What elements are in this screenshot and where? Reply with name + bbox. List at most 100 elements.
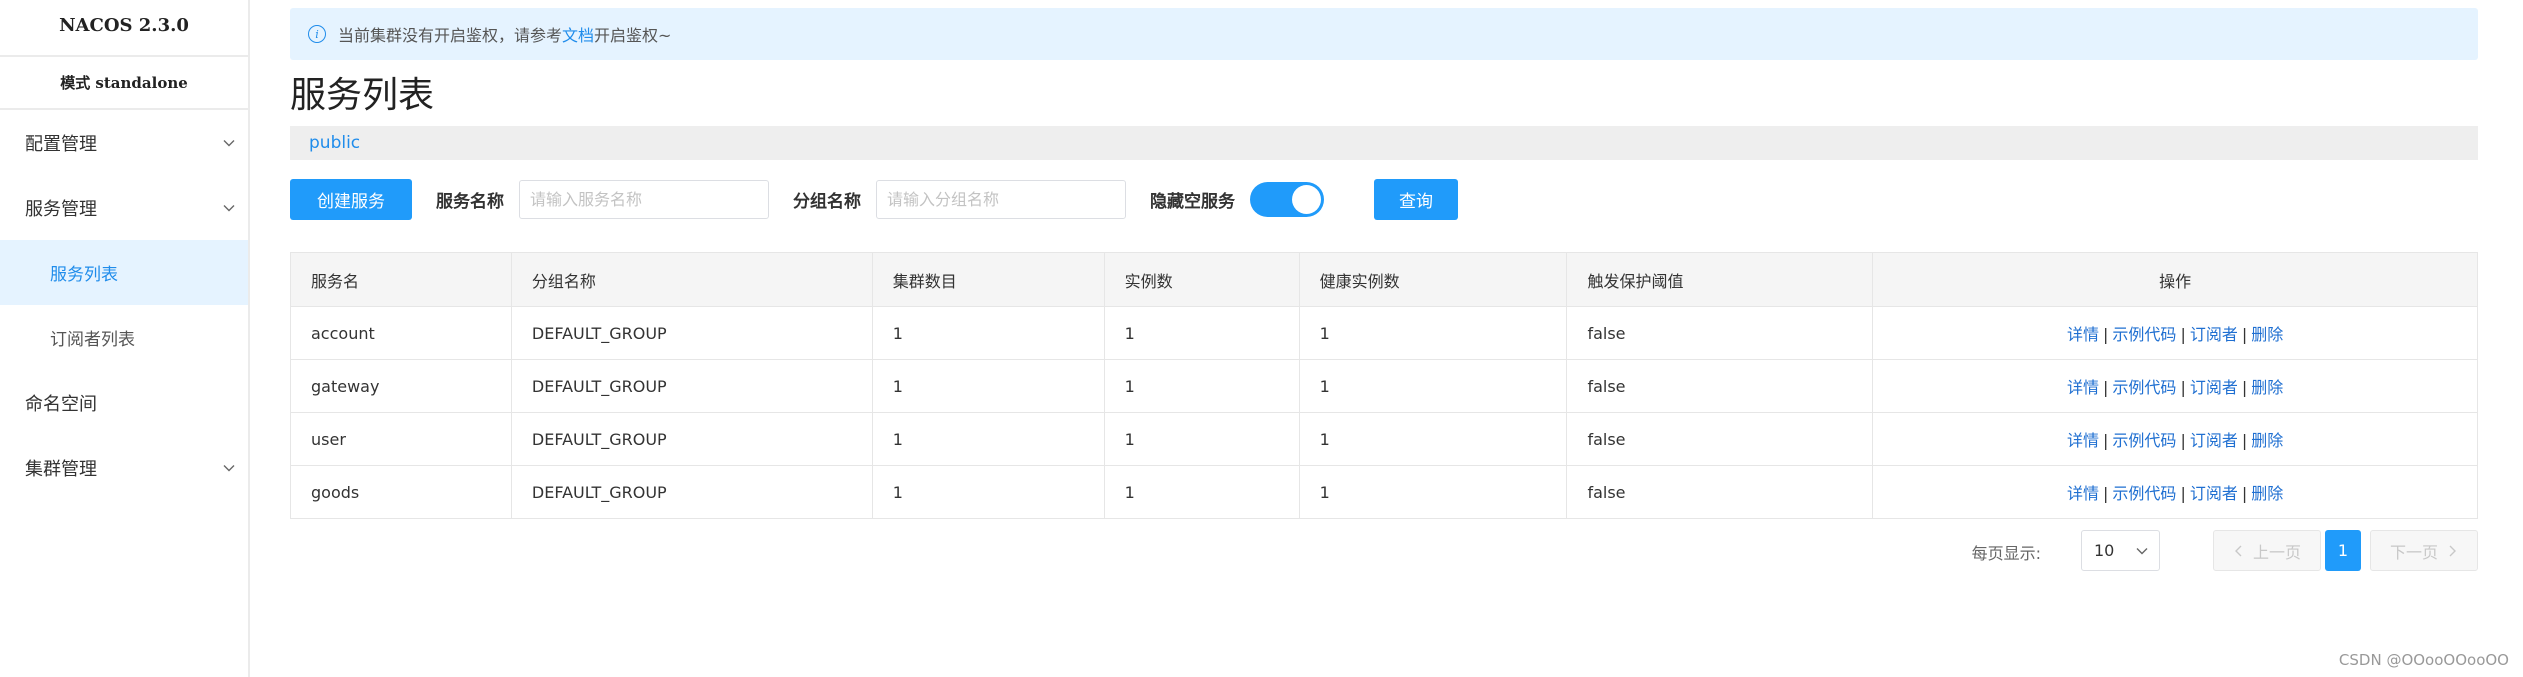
sidebar-item-label: 集群管理: [25, 458, 97, 480]
notice-suffix: 开启鉴权~: [594, 26, 672, 45]
healthy-instances-cell: 1: [1298, 359, 1568, 413]
group-name-cell: DEFAULT_GROUP: [510, 306, 873, 360]
healthy-instances-cell: 1: [1298, 306, 1568, 360]
brand-title: NACOS 2.3.0: [0, 0, 248, 57]
page-title: 服务列表: [290, 75, 435, 116]
detail-link[interactable]: 详情: [2067, 325, 2099, 344]
subscribers-link[interactable]: 订阅者: [2190, 484, 2238, 503]
sidebar-item-label: 服务列表: [50, 265, 118, 285]
chevron-down-icon: [223, 139, 235, 146]
sidebar-item-subscriber-list[interactable]: 订阅者列表: [0, 305, 248, 370]
column-header-instance-count[interactable]: 实例数: [1103, 252, 1300, 307]
sample-code-link[interactable]: 示例代码: [2112, 484, 2176, 503]
instance-count-cell: 1: [1103, 359, 1300, 413]
sidebar-item-label: 服务管理: [25, 198, 97, 220]
page-size-select[interactable]: 10: [2081, 530, 2160, 571]
service-name-input[interactable]: [519, 180, 769, 219]
actions-cell: 详情 | 示例代码 | 订阅者 | 删除: [1872, 465, 2478, 519]
prev-page-button[interactable]: 上一页: [2213, 530, 2321, 571]
delete-link[interactable]: 删除: [2251, 431, 2283, 450]
page-number-current[interactable]: 1: [2325, 530, 2361, 571]
table-row: gateway DEFAULT_GROUP 1 1 1 false 详情 | 示例代码 | 订阅者 |…: [290, 359, 2478, 413]
sample-code-link[interactable]: 示例代码: [2112, 431, 2176, 450]
chevron-left-icon: [2234, 545, 2242, 556]
actions-cell: 详情 | 示例代码 | 订阅者 | 删除: [1872, 359, 2478, 413]
action-separator: |: [2180, 431, 2186, 450]
instance-count-cell: 1: [1103, 306, 1300, 360]
action-separator: |: [2103, 378, 2109, 397]
query-button[interactable]: 查询: [1374, 179, 1458, 220]
action-separator: |: [2241, 431, 2248, 450]
docs-link[interactable]: 文档: [562, 22, 594, 46]
main-content: i 当前集群没有开启鉴权，请参考 文档 开启鉴权~ 服务列表 public 创建服务…: [290, 0, 2480, 677]
cluster-count-cell: 1: [871, 412, 1105, 466]
detail-link[interactable]: 详情: [2067, 484, 2099, 503]
healthy-instances-cell: 1: [1298, 465, 1568, 519]
subscribers-link[interactable]: 订阅者: [2190, 431, 2238, 450]
page-size-label: 每页显示:: [1971, 544, 2041, 563]
sidebar-item-config-management[interactable]: 配置管理: [0, 110, 248, 175]
action-separator: |: [2241, 378, 2248, 397]
chevron-right-icon: [2449, 545, 2456, 556]
sidebar-item-label: 订阅者列表: [50, 330, 135, 350]
create-service-button[interactable]: 创建服务: [290, 179, 412, 220]
toggle-knob: [1292, 185, 1321, 214]
healthy-instances-cell: 1: [1298, 412, 1568, 466]
column-header-healthy-instances[interactable]: 健康实例数: [1298, 252, 1568, 307]
hide-empty-label: 隐藏空服务: [1150, 192, 1235, 212]
sample-code-link[interactable]: 示例代码: [2112, 378, 2176, 397]
sidebar-item-namespace[interactable]: 命名空间: [0, 370, 248, 435]
group-name-cell: DEFAULT_GROUP: [510, 465, 873, 519]
action-separator: |: [2103, 484, 2109, 503]
notice-prefix: 当前集群没有开启鉴权，请参考: [338, 26, 563, 45]
namespace-tab-public[interactable]: public: [309, 133, 360, 153]
group-name-label: 分组名称: [793, 192, 861, 212]
service-name-label: 服务名称: [436, 192, 504, 212]
protect-threshold-cell: false: [1566, 359, 1874, 413]
action-separator: |: [2180, 378, 2186, 397]
namespace-bar: public: [290, 126, 2478, 160]
cluster-count-cell: 1: [871, 465, 1105, 519]
protect-threshold-cell: false: [1566, 412, 1874, 466]
action-separator: |: [2180, 325, 2186, 344]
column-header-service-name[interactable]: 服务名: [290, 252, 512, 307]
auth-notice: i 当前集群没有开启鉴权，请参考 文档 开启鉴权~: [290, 8, 2478, 60]
action-separator: |: [2103, 431, 2109, 450]
chevron-down-icon: [223, 464, 235, 471]
subscribers-link[interactable]: 订阅者: [2190, 378, 2238, 397]
service-name-cell: goods: [290, 465, 512, 519]
table-row: goods DEFAULT_GROUP 1 1 1 false 详情 | 示例代码 | 订阅者 | 删除: [290, 465, 2478, 519]
cluster-count-cell: 1: [871, 306, 1105, 360]
chevron-down-icon: [223, 204, 235, 211]
delete-link[interactable]: 删除: [2251, 325, 2283, 344]
column-header-cluster-count[interactable]: 集群数目: [871, 252, 1105, 307]
actions-cell: 详情 | 示例代码 | 订阅者 | 删除: [1872, 412, 2478, 466]
column-header-protect-threshold[interactable]: 触发保护阈值: [1566, 252, 1874, 307]
sidebar-item-cluster-management[interactable]: 集群管理: [0, 435, 248, 500]
delete-link[interactable]: 删除: [2251, 378, 2283, 397]
delete-link[interactable]: 删除: [2251, 484, 2283, 503]
protect-threshold-cell: false: [1566, 306, 1874, 360]
subscribers-link[interactable]: 订阅者: [2190, 325, 2238, 344]
instance-count-cell: 1: [1103, 465, 1300, 519]
mode-label: 模式 standalone: [0, 57, 248, 110]
page-size-value: 10: [2094, 541, 2115, 560]
group-name-input[interactable]: [876, 180, 1126, 219]
column-header-group-name[interactable]: 分组名称: [510, 252, 873, 307]
chevron-down-icon: [2136, 548, 2148, 555]
sidebar: NACOS 2.3.0 模式 standalone 配置管理 服务管理 服务列表…: [0, 0, 250, 677]
filter-bar: 创建服务 服务名称 分组名称 隐藏空服务 查询: [290, 179, 1458, 220]
sample-code-link[interactable]: 示例代码: [2112, 325, 2176, 344]
prev-page-label: 上一页: [2252, 542, 2301, 562]
detail-link[interactable]: 详情: [2067, 378, 2099, 397]
action-separator: |: [2241, 484, 2248, 503]
service-table: 服务名 分组名称 集群数目 实例数 健康实例数 触发保护阈值 操作 accoun…: [290, 252, 2478, 519]
sidebar-item-service-list[interactable]: 服务列表: [0, 240, 248, 305]
sidebar-item-service-management[interactable]: 服务管理: [0, 175, 248, 240]
instance-count-cell: 1: [1103, 412, 1300, 466]
sidebar-item-label: 配置管理: [25, 133, 97, 155]
table-body: account DEFAULT_GROUP 1 1 1 false 详情 | 示例代码 | 订阅者 |…: [290, 306, 2478, 519]
detail-link[interactable]: 详情: [2067, 431, 2099, 450]
hide-empty-toggle[interactable]: [1250, 182, 1324, 217]
next-page-button[interactable]: 下一页: [2370, 530, 2478, 571]
